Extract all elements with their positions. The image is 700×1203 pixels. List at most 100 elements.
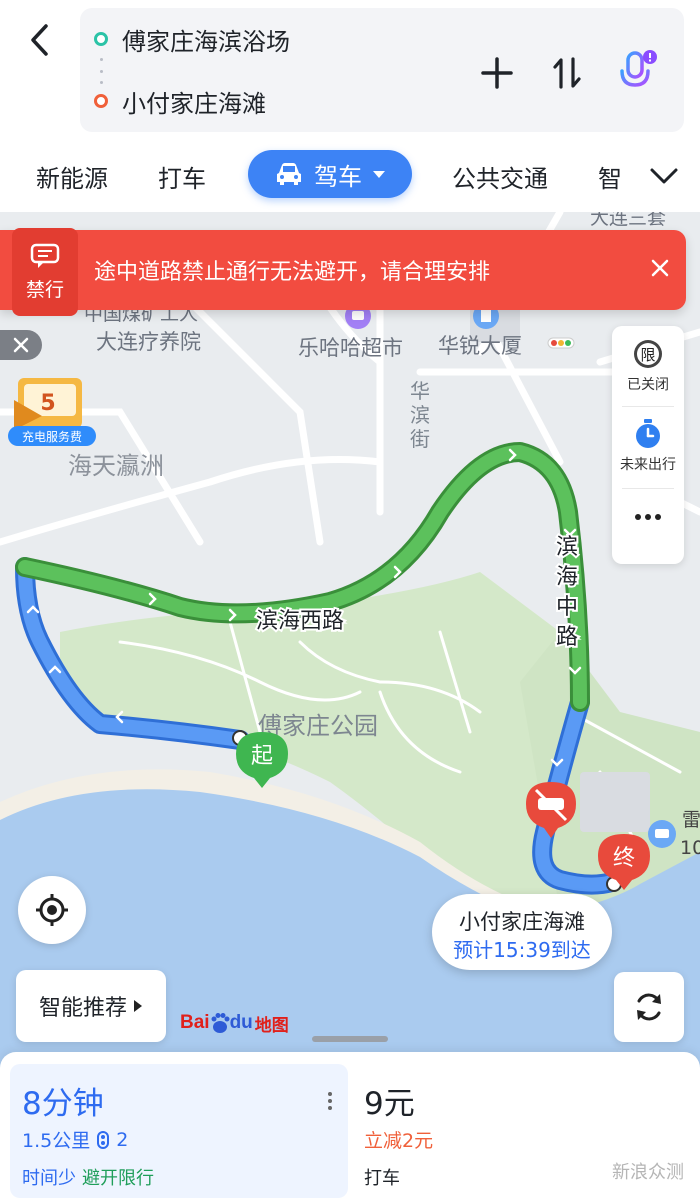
divider (622, 406, 674, 407)
map-label-supermarket: 乐哈哈超市 (298, 336, 403, 360)
map-label-street-1: 华 (410, 379, 430, 403)
restriction-label: 已关闭 (627, 377, 669, 393)
route-tag-fast: 时间少 (22, 1168, 76, 1189)
end-location: 小付家庄海滩 (122, 89, 266, 118)
tab-driving[interactable]: 驾车 (248, 150, 412, 198)
back-button[interactable] (18, 18, 62, 62)
traffic-light-icon (97, 1130, 110, 1149)
start-marker-label: 起 (251, 744, 273, 769)
restriction-badge: 禁行 (12, 228, 78, 316)
start-dot-icon (94, 32, 108, 46)
restriction-alert-banner[interactable]: 禁行 途中道路禁止通行无法避开，请合理安排 (0, 228, 686, 316)
destination-callout[interactable]: 小付家庄海滩 预计15:39到达 (432, 894, 612, 970)
tab-public-transit[interactable]: 公共交通 (452, 154, 548, 198)
road-label-middle-3: 中 (556, 595, 578, 620)
promo-label: 充电服务费 (8, 426, 96, 446)
taxi-kind: 打车 (364, 1168, 400, 1189)
end-dot-icon (94, 94, 108, 108)
promo-badge: 5 (40, 391, 55, 416)
map-label-top-right: 大连三套 (590, 212, 666, 229)
voice-button[interactable] (614, 50, 660, 96)
chevron-down-icon (650, 168, 678, 184)
microphone-icon (620, 50, 657, 95)
destination-name: 小付家庄海滩 (459, 910, 585, 934)
close-icon (651, 259, 669, 277)
route-distance-row: 1.5公里 2 (22, 1126, 128, 1153)
map-side-panel: 限 已关闭 未来出行 (612, 326, 684, 564)
route-more-button[interactable] (318, 1086, 342, 1116)
promo-close-button[interactable] (0, 330, 42, 360)
map-label-street-3: 街 (410, 427, 430, 451)
map-label-edge-1: 雷 (682, 809, 700, 831)
logo-bai: Bai (180, 1012, 210, 1033)
coupon-icon: 5 (14, 378, 82, 430)
back-arrow-icon (31, 24, 48, 56)
car-icon (277, 163, 301, 185)
close-icon (13, 337, 29, 353)
paw-icon (211, 1013, 230, 1033)
destination-eta: 预计15:39到达 (453, 938, 591, 962)
crosshair-icon (36, 894, 68, 926)
charging-promo[interactable]: 5 充电服务费 (8, 372, 96, 448)
tab-driving-label: 驾车 (314, 162, 362, 191)
route-option-recommended[interactable]: 8分钟 1.5公里 2 时间少 避开限行 (10, 1064, 348, 1198)
route-card: 傅家庄海滨浴场 小付家庄海滩 (80, 8, 684, 132)
road-label-middle-4: 路 (556, 625, 578, 650)
road-label-middle-1: 滨 (556, 535, 578, 560)
locate-button[interactable] (18, 876, 86, 944)
logo-map: 地图 (254, 1015, 289, 1036)
tab-smart[interactable]: 智 (598, 154, 622, 198)
transport-mode-tabs: 新能源 打车 驾车 公共交通 智 (0, 140, 700, 212)
road-label-west: 滨海西路 (256, 609, 344, 634)
road-label-middle-2: 海 (556, 565, 578, 590)
more-modes-button[interactable] (640, 154, 688, 198)
swap-button[interactable] (544, 50, 590, 96)
refresh-button[interactable] (614, 972, 684, 1042)
sheet-drag-handle[interactable] (312, 1036, 388, 1042)
baidu-map-logo: Bai du 地图 (180, 1008, 289, 1038)
alert-message: 途中道路禁止通行无法避开，请合理安排 (94, 260, 491, 285)
alert-close-button[interactable] (640, 248, 680, 288)
map-label-area: 海天瀛洲 (68, 452, 164, 480)
restriction-badge-label: 禁行 (25, 278, 64, 301)
future-trip-button[interactable]: 未来出行 (612, 418, 684, 474)
taxi-discount: 立减2元 (364, 1130, 434, 1152)
map-label-street-2: 滨 (410, 403, 430, 427)
route-tags: 时间少 避开限行 (22, 1164, 154, 1190)
restriction-toggle[interactable]: 限 已关闭 (612, 338, 684, 394)
route-tag-avoid: 避开限行 (82, 1168, 154, 1189)
map-label-hospital-2: 大连疗养院 (96, 330, 201, 354)
timer-icon (636, 419, 660, 448)
watermark: 新浪众测 (612, 1162, 684, 1183)
refresh-icon (637, 993, 661, 1021)
traffic-light-icon (547, 337, 575, 349)
start-location: 傅家庄海滨浴场 (122, 27, 290, 56)
more-dots-icon (635, 514, 661, 520)
parking-pin-icon (648, 820, 676, 848)
restriction-icon: 限 (634, 340, 662, 368)
map-label-edge-2: 10 (680, 837, 700, 859)
message-icon (30, 243, 60, 268)
add-stop-button[interactable] (474, 50, 520, 96)
tab-taxi[interactable]: 打车 (158, 154, 206, 198)
plus-icon (481, 57, 513, 89)
smart-recommend-button[interactable]: 智能推荐 (16, 970, 166, 1042)
route-time: 8分钟 (22, 1086, 104, 1122)
logo-du: du (229, 1012, 253, 1033)
caret-right-icon (134, 1000, 142, 1012)
caret-down-icon (373, 171, 385, 178)
map-label-building: 华锐大厦 (438, 334, 522, 358)
future-trip-label: 未来出行 (620, 457, 676, 473)
top-bar: 傅家庄海滨浴场 小付家庄海滩 (0, 0, 700, 140)
restriction-icon-text: 限 (640, 346, 655, 364)
divider (622, 488, 674, 489)
smart-recommend-label: 智能推荐 (38, 996, 127, 1021)
swap-icon (553, 57, 581, 89)
tab-new-energy[interactable]: 新能源 (36, 154, 108, 198)
start-field[interactable]: 傅家庄海滨浴场 (80, 14, 290, 64)
route-distance: 1.5公里 (22, 1130, 91, 1152)
more-options-button[interactable] (612, 512, 684, 522)
route-lights: 2 (116, 1128, 129, 1151)
end-marker-label: 终 (613, 846, 635, 871)
end-field[interactable]: 小付家庄海滩 (80, 76, 266, 126)
